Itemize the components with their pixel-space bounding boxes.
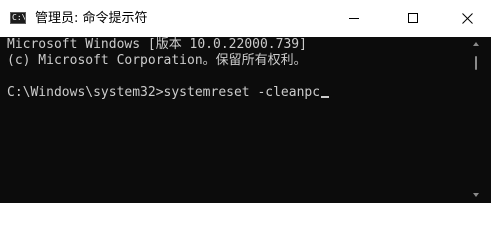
window-title: 管理员: 命令提示符: [35, 11, 148, 26]
minimize-icon: [349, 18, 359, 19]
minimize-button[interactable]: [331, 0, 377, 37]
vertical-scrollbar[interactable]: [466, 37, 491, 203]
scrollbar-thumb[interactable]: [475, 56, 477, 70]
console-line-copyright: (c) Microsoft Corporation。保留所有权利。: [7, 53, 307, 68]
scroll-down-arrow-icon[interactable]: [473, 193, 479, 197]
maximize-button[interactable]: [391, 0, 437, 37]
console-prompt-line[interactable]: C:\Windows\system32>systemreset -cleanpc: [7, 85, 330, 101]
command-prompt-window: C:\ 管理员: 命令提示符 Microsoft Windows [版本 10.…: [0, 0, 491, 203]
console-command: C:\Windows\system32>systemreset -cleanpc: [7, 85, 321, 100]
close-icon: [462, 13, 473, 24]
command-prompt-icon[interactable]: C:\: [10, 12, 26, 24]
scroll-up-arrow-icon[interactable]: [473, 42, 479, 46]
text-cursor: [321, 96, 330, 98]
title-bar[interactable]: C:\ 管理员: 命令提示符: [0, 0, 491, 37]
maximize-icon: [408, 13, 418, 23]
console-line-version: Microsoft Windows [版本 10.0.22000.739]: [7, 37, 307, 52]
close-button[interactable]: [445, 0, 491, 37]
console-output[interactable]: Microsoft Windows [版本 10.0.22000.739] (c…: [0, 37, 466, 203]
